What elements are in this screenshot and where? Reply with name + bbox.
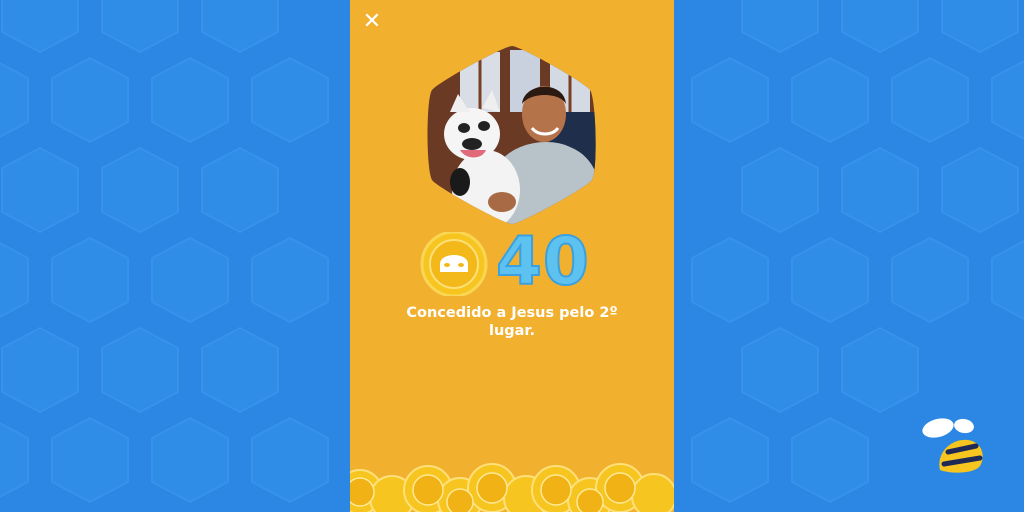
- award-caption: Concedido a Jesus pelo 2º lugar.: [406, 305, 618, 339]
- swarm-bee-logo: [922, 418, 983, 473]
- coins-pile: [350, 463, 674, 512]
- user-photo: [427, 46, 596, 224]
- swarm-coin-icon: [420, 232, 488, 296]
- close-icon[interactable]: ✕: [360, 10, 384, 34]
- points-value: 40: [495, 223, 590, 300]
